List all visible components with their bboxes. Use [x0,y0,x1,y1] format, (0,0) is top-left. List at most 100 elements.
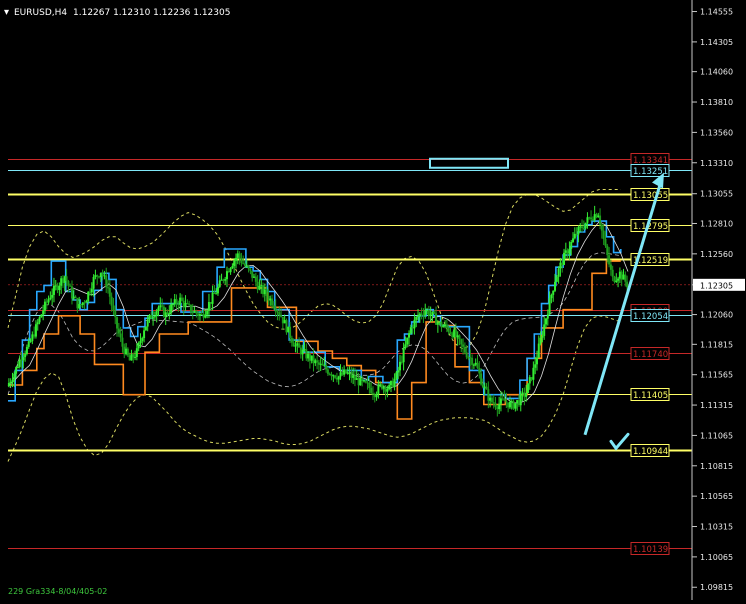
candle-body [47,299,50,303]
candle-body [16,366,19,368]
y-tick-label: 1.12810 [700,219,733,228]
candle-body [611,269,614,277]
candle-body [211,292,214,304]
candle-body [555,276,558,282]
candle-body [483,386,486,388]
candle-body [204,314,207,318]
candle-body [341,372,344,375]
candle-body [561,262,564,265]
candle-body [188,303,191,305]
candle-body [292,342,295,347]
candle-body [108,287,111,297]
price-chart[interactable]: 1.133411.132511.130551.127951.125191.121… [0,0,746,600]
candle-body [544,318,547,325]
candle-body [444,324,447,327]
candle-body [380,384,383,389]
candle-body [229,268,232,273]
candle-body [400,361,403,363]
candle-body [283,320,286,324]
candle-body [458,335,461,340]
candle-body [171,304,174,306]
candle-body [334,375,337,378]
candle-body [530,377,533,380]
candle-body [60,278,63,286]
candle-body [216,286,219,294]
candle-body [535,357,538,365]
candle-body [503,398,506,401]
candle-body [346,372,349,374]
candle-body [287,326,290,333]
candle-body [110,296,113,306]
candle-body [152,317,155,319]
candle-body [54,285,57,287]
candle-body [207,301,210,311]
candle-body [260,285,263,287]
candle-body [132,354,135,358]
level-label: 1.10944 [633,447,668,457]
candle-body [298,343,301,348]
candle-body [348,372,351,374]
candle-body [119,333,122,338]
candle-body [67,280,70,286]
candle-body [144,326,147,331]
candle-body [9,382,12,384]
candle-body [572,238,575,242]
candle-body [128,355,131,361]
candle-body [89,291,92,293]
level-label: 1.11405 [633,391,668,401]
candle-body [139,340,142,343]
candle-body [276,311,279,313]
candle-body [499,398,502,404]
candle-body [305,349,308,359]
candle-body [595,214,598,218]
candle-body [471,357,474,365]
candle-body [618,271,621,279]
candle-body [31,334,34,342]
candle-body [256,281,259,290]
candle-body [242,262,245,264]
candle-body [514,403,517,409]
candle-body [427,310,430,316]
candle-body [262,285,265,295]
candle-body [42,310,45,315]
candle-body [532,367,535,380]
candle-body [563,252,566,265]
y-tick-label: 1.13560 [700,128,733,137]
chart-window[interactable]: 1.133411.132511.130551.127951.125191.121… [0,0,746,600]
candle-body [480,373,483,385]
candle-body [155,310,158,317]
candle-body [350,372,353,378]
candle-body [404,344,407,349]
candle-body [564,250,567,253]
candle-body [528,377,531,384]
candle-body [38,317,41,323]
candle-body [599,215,602,225]
candle-body [339,372,342,377]
candle-body [534,364,537,368]
candle-body [225,271,228,280]
candle-body [489,397,492,401]
candle-body [622,274,625,280]
candle-body [613,276,616,282]
candle-body [281,316,284,324]
candle-body [397,370,400,373]
candle-body [274,307,277,312]
candle-body [526,383,529,394]
candle-body [609,264,612,270]
candle-body [323,365,326,367]
candle-body [386,389,389,392]
candle-body [125,348,128,355]
candle-body [478,368,481,374]
candle-body [463,346,466,353]
candle-body [409,327,412,334]
candle-body [326,369,329,374]
candle-body [146,319,149,327]
candle-body [537,343,540,358]
candle-body [143,330,146,339]
candle-body [586,217,589,223]
candle-body [81,302,84,305]
candle-body [253,276,256,278]
candle-body [382,386,385,389]
candle-body [525,393,528,397]
collapse-arrow-icon[interactable]: ▾ [4,7,9,18]
